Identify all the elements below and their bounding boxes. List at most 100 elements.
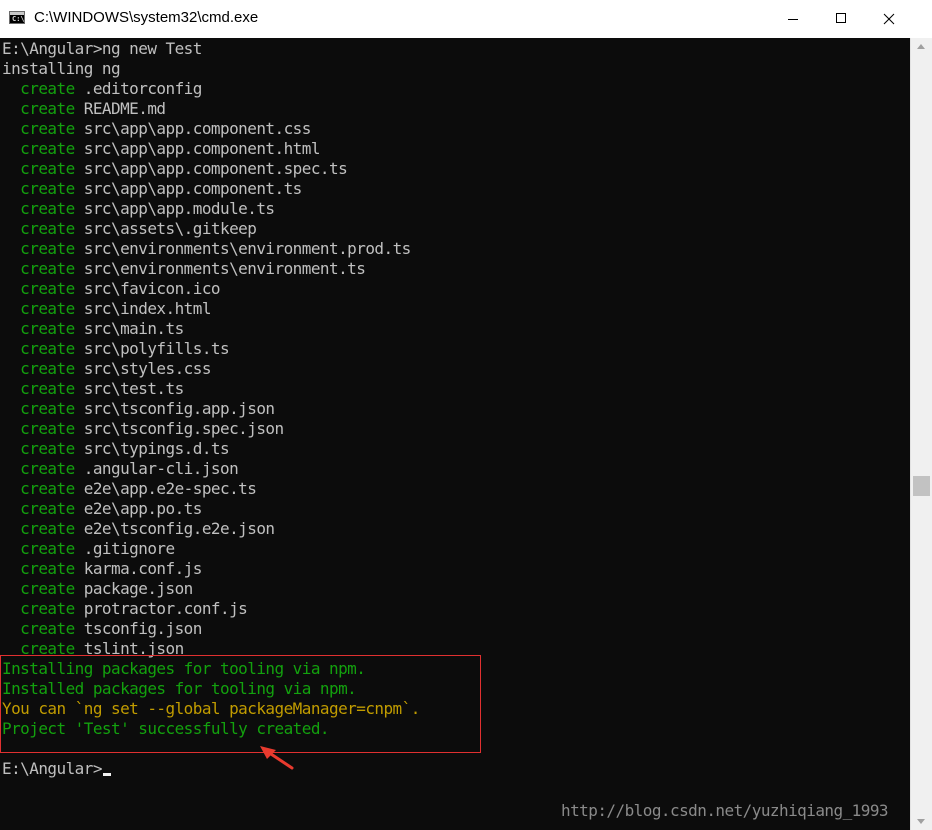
- console-line: create src\assets\.gitkeep: [2, 219, 420, 239]
- console-line: create tsconfig.json: [2, 619, 420, 639]
- console-line: create src\styles.css: [2, 359, 420, 379]
- created-file-path: src\typings.d.ts: [74, 439, 230, 458]
- console-line: create src\typings.d.ts: [2, 439, 420, 459]
- console-line: create src\environments\environment.ts: [2, 259, 420, 279]
- created-file-path: src\app\app.component.css: [74, 119, 312, 138]
- title-bar[interactable]: C:\ C:\WINDOWS\system32\cmd.exe: [0, 0, 932, 38]
- created-file-path: src\app\app.module.ts: [74, 199, 275, 218]
- annotation-arrow-icon: [260, 746, 294, 770]
- console-line: create e2e\app.po.ts: [2, 499, 420, 519]
- scroll-thumb[interactable]: [913, 476, 930, 496]
- create-keyword: create: [2, 599, 75, 618]
- console-line: create .editorconfig: [2, 79, 420, 99]
- console-line: create src\app\app.component.ts: [2, 179, 420, 199]
- vertical-scrollbar[interactable]: [910, 38, 932, 830]
- console-line: create src\tsconfig.app.json: [2, 399, 420, 419]
- created-file-path: protractor.conf.js: [74, 599, 248, 618]
- minimize-button[interactable]: [770, 0, 816, 38]
- created-file-path: e2e\tsconfig.e2e.json: [74, 519, 275, 538]
- console-line: create src\test.ts: [2, 379, 420, 399]
- created-file-path: src\tsconfig.spec.json: [74, 419, 284, 438]
- console-line: create e2e\app.e2e-spec.ts: [2, 479, 420, 499]
- console-line: create karma.conf.js: [2, 559, 420, 579]
- created-file-path: src\environments\environment.ts: [74, 259, 366, 278]
- command-prompt: E:\Angular>: [2, 759, 420, 779]
- create-keyword: create: [2, 219, 75, 238]
- created-file-path: package.json: [74, 579, 194, 598]
- console-line: create src\app\app.module.ts: [2, 199, 420, 219]
- created-file-path: src\test.ts: [74, 379, 184, 398]
- scroll-up-arrow-icon[interactable]: [917, 44, 925, 49]
- console-line: create src\environments\environment.prod…: [2, 239, 420, 259]
- create-keyword: create: [2, 439, 75, 458]
- created-file-path: src\environments\environment.prod.ts: [74, 239, 412, 258]
- create-keyword: create: [2, 399, 75, 418]
- create-keyword: create: [2, 319, 75, 338]
- created-file-path: README.md: [74, 99, 166, 118]
- console-line: create .angular-cli.json: [2, 459, 420, 479]
- created-file-path: src\assets\.gitkeep: [74, 219, 257, 238]
- window-title: C:\WINDOWS\system32\cmd.exe: [34, 9, 259, 26]
- created-file-path: src\app\app.component.html: [74, 139, 321, 158]
- watermark: http://blog.csdn.net/yuzhiqiang_1993: [561, 801, 889, 820]
- create-keyword: create: [2, 559, 75, 578]
- maximize-button[interactable]: [818, 0, 864, 38]
- console-line: create src\app\app.component.css: [2, 119, 420, 139]
- console-line: create README.md: [2, 99, 420, 119]
- created-file-path: e2e\app.po.ts: [74, 499, 203, 518]
- console-line: create src\tsconfig.spec.json: [2, 419, 420, 439]
- close-icon: [883, 13, 895, 25]
- create-keyword: create: [2, 299, 75, 318]
- create-keyword: create: [2, 459, 75, 478]
- create-keyword: create: [2, 159, 75, 178]
- console-line: installing ng: [2, 59, 420, 79]
- console-line: create src\index.html: [2, 299, 420, 319]
- cmd-icon-label: C:\: [12, 15, 25, 23]
- console-line: create src\polyfills.ts: [2, 339, 420, 359]
- create-keyword: create: [2, 519, 75, 538]
- console-line: create src\favicon.ico: [2, 279, 420, 299]
- create-keyword: create: [2, 99, 75, 118]
- cmd-window: C:\ C:\WINDOWS\system32\cmd.exe E:\Angul…: [0, 0, 932, 830]
- console-line: create src\app\app.component.html: [2, 139, 420, 159]
- create-keyword: create: [2, 419, 75, 438]
- create-keyword: create: [2, 119, 75, 138]
- console-line: create protractor.conf.js: [2, 599, 420, 619]
- created-file-path: .angular-cli.json: [74, 459, 239, 478]
- created-file-path: src\styles.css: [74, 359, 212, 378]
- created-file-path: src\app\app.component.ts: [74, 179, 303, 198]
- created-file-path: tsconfig.json: [74, 619, 203, 638]
- created-file-path: karma.conf.js: [74, 559, 203, 578]
- create-keyword: create: [2, 379, 75, 398]
- create-keyword: create: [2, 359, 75, 378]
- created-file-path: src\app\app.component.spec.ts: [74, 159, 348, 178]
- create-keyword: create: [2, 199, 75, 218]
- create-keyword: create: [2, 619, 75, 638]
- created-file-path: .gitignore: [74, 539, 175, 558]
- created-file-path: e2e\app.e2e-spec.ts: [74, 479, 257, 498]
- created-file-path: src\main.ts: [74, 319, 184, 338]
- create-keyword: create: [2, 279, 75, 298]
- create-keyword: create: [2, 239, 75, 258]
- create-keyword: create: [2, 499, 75, 518]
- highlight-annotation-box: [0, 655, 481, 753]
- console-line: create src\main.ts: [2, 319, 420, 339]
- console-line-text: E:\Angular>ng new Test: [2, 39, 202, 58]
- console-line: create src\app\app.component.spec.ts: [2, 159, 420, 179]
- console-line-text: E:\Angular>: [2, 759, 102, 778]
- console-line: create e2e\tsconfig.e2e.json: [2, 519, 420, 539]
- text-cursor: [102, 773, 111, 776]
- created-file-path: src\index.html: [74, 299, 212, 318]
- scroll-down-arrow-icon[interactable]: [917, 819, 925, 824]
- created-file-path: src\tsconfig.app.json: [74, 399, 275, 418]
- create-keyword: create: [2, 539, 75, 558]
- console-line: create package.json: [2, 579, 420, 599]
- create-keyword: create: [2, 579, 75, 598]
- create-keyword: create: [2, 339, 75, 358]
- console-output[interactable]: E:\Angular>ng new Test installing ng crea…: [0, 38, 910, 830]
- close-button[interactable]: [866, 0, 912, 38]
- create-keyword: create: [2, 179, 75, 198]
- created-file-path: src\polyfills.ts: [74, 339, 230, 358]
- created-file-path: .editorconfig: [74, 79, 203, 98]
- cmd-icon[interactable]: C:\: [9, 11, 25, 24]
